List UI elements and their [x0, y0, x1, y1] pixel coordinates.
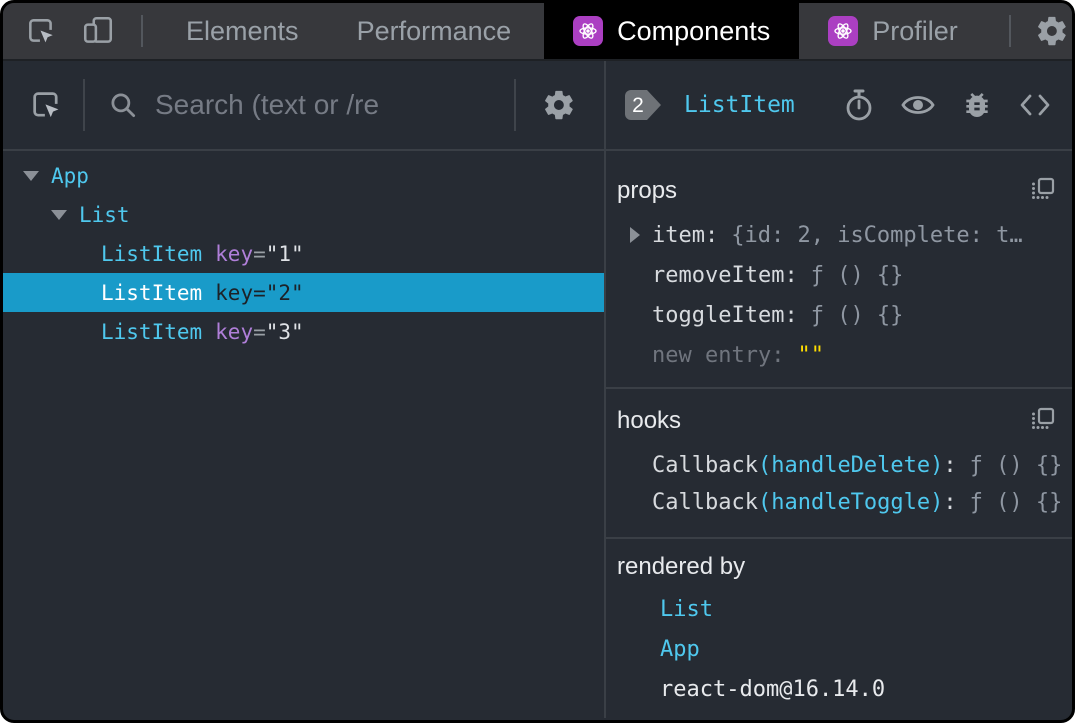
log-bug-icon[interactable]	[961, 89, 993, 121]
key-attribute: key="2"	[215, 280, 304, 305]
prop-row-new-entry[interactable]: new entry: ""	[606, 335, 1072, 375]
selected-component-name: ListItem	[684, 92, 795, 118]
collapse-arrow-icon[interactable]	[51, 209, 67, 220]
tab-label: Profiler	[872, 15, 958, 46]
prop-row-removeitem[interactable]: removeItem: ƒ () {}	[606, 255, 1072, 295]
tab-label: Components	[617, 15, 771, 46]
copy-hooks-icon[interactable]	[1030, 407, 1056, 433]
expand-arrow-icon[interactable]	[630, 227, 640, 243]
component-details-panel: 2 ListItem props item: {id: 2, isComplet…	[606, 61, 1072, 718]
component-name: App	[51, 163, 89, 188]
tab-label: Performance	[356, 15, 512, 46]
search-input[interactable]: Search (text or /re	[155, 89, 514, 121]
props-section: props item: {id: 2, isComplete: t… remov…	[606, 151, 1072, 389]
react-atom-icon	[828, 16, 859, 46]
tab-elements[interactable]: Elements	[157, 3, 328, 59]
key-attribute: key="3"	[215, 319, 304, 344]
toolbar-separator	[83, 79, 85, 131]
select-element-icon[interactable]	[29, 88, 63, 122]
tab-performance[interactable]: Performance	[328, 3, 541, 59]
hooks-section: hooks Callback (handleDelete): ƒ () {} C…	[606, 389, 1072, 539]
component-name: ListItem	[101, 319, 203, 344]
toolbar-separator	[514, 79, 516, 131]
owners-count-badge: 2	[624, 89, 662, 121]
hooks-section-title: hooks	[617, 407, 682, 434]
hook-row-handledelete[interactable]: Callback (handleDelete): ƒ () {}	[606, 447, 1072, 484]
tree-row-app[interactable]: App	[3, 156, 604, 195]
props-section-title: props	[617, 177, 678, 204]
copy-props-icon[interactable]	[1030, 177, 1056, 203]
view-source-code-icon[interactable]	[1018, 91, 1052, 119]
rendered-by-list-link[interactable]: List	[606, 589, 1072, 629]
react-atom-icon	[573, 16, 604, 46]
tree-settings-gear-icon[interactable]	[542, 88, 576, 122]
main-split: Search (text or /re App List ListItem ke	[3, 61, 1072, 718]
rendered-by-react-dom: react-dom@16.14.0	[660, 676, 886, 702]
component-name: ListItem	[101, 241, 203, 266]
components-tree-panel: Search (text or /re App List ListItem ke	[3, 61, 606, 718]
tab-profiler[interactable]: Profiler	[799, 3, 987, 59]
tree-toolbar: Search (text or /re	[3, 61, 604, 151]
hook-row-handletoggle[interactable]: Callback (handleToggle): ƒ () {}	[606, 484, 1072, 521]
rendered-by-section: rendered by List App react-dom@16.14.0	[606, 539, 1072, 718]
tree-row-list[interactable]: List	[3, 195, 604, 234]
details-actions	[843, 88, 1052, 122]
key-attribute: key="1"	[215, 241, 304, 266]
inspect-element-icon[interactable]	[25, 15, 57, 47]
component-name: ListItem	[101, 280, 203, 305]
rendered-by-app-link[interactable]: App	[606, 629, 1072, 669]
svg-text:2: 2	[632, 94, 644, 117]
details-header: 2 ListItem	[606, 61, 1072, 151]
devtools-window: Elements Performance Components Profiler…	[0, 0, 1075, 723]
tree-row-listitem-1[interactable]: ListItem key="1"	[3, 234, 604, 273]
settings-gear-icon[interactable]	[1035, 14, 1069, 48]
tabbar-separator	[1008, 15, 1011, 47]
suspend-stopwatch-icon[interactable]	[843, 88, 875, 122]
component-name: List	[79, 202, 130, 227]
device-toolbar-icon[interactable]	[81, 14, 115, 48]
collapse-arrow-icon[interactable]	[23, 170, 39, 181]
search-icon	[107, 89, 139, 121]
tabbar-separator	[141, 15, 143, 47]
prop-row-toggleitem[interactable]: toggleItem: ƒ () {}	[606, 295, 1072, 335]
tab-label: Elements	[186, 15, 299, 46]
tab-bar: Elements Performance Components Profiler	[3, 3, 1072, 61]
tree-row-listitem-3[interactable]: ListItem key="3"	[3, 312, 604, 351]
component-tree: App List ListItem key="1" ListItem key="…	[3, 151, 604, 718]
rendered-by-title: rendered by	[617, 553, 746, 580]
tree-row-listitem-2[interactable]: ListItem key="2"	[3, 273, 604, 312]
inspect-dom-eye-icon[interactable]	[900, 89, 936, 121]
tab-components[interactable]: Components	[544, 3, 800, 59]
prop-row-item[interactable]: item: {id: 2, isComplete: t…	[606, 215, 1072, 255]
